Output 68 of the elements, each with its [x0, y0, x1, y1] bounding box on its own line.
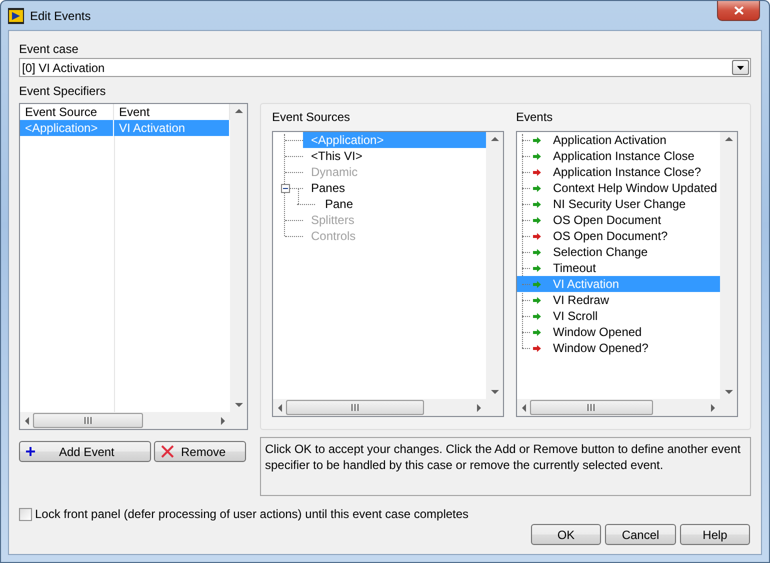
checkbox[interactable] — [19, 508, 32, 520]
event-item[interactable]: VI Scroll — [517, 308, 720, 324]
help-text: Click OK to accept your changes. Click the Add or Remove button to define another event specifier to be handled by this case or remove the currently selected event. — [260, 437, 751, 496]
event-item[interactable]: OS Open Document — [517, 212, 720, 228]
app-icon — [8, 8, 24, 24]
scroll-up-arrow-icon[interactable] — [490, 136, 498, 142]
scroll-down-arrow-icon[interactable] — [490, 389, 498, 395]
cross-icon — [161, 445, 174, 458]
event-item[interactable]: Application Instance Close — [517, 148, 720, 164]
arrow-icon — [533, 312, 541, 320]
scrollbar-thumb[interactable] — [286, 400, 424, 415]
scrollbar-thumb[interactable] — [33, 413, 143, 428]
plus-icon — [26, 447, 35, 456]
dropdown-button[interactable] — [732, 60, 749, 75]
event-item[interactable]: Application Activation — [517, 132, 720, 148]
arrow-icon — [533, 152, 541, 160]
scroll-left-arrow-icon[interactable] — [277, 404, 283, 412]
tree-item[interactable]: <This VI> — [303, 148, 486, 164]
tree-item[interactable]: Pane — [315, 196, 486, 212]
caret-icon — [737, 66, 744, 70]
scroll-left-arrow-icon[interactable] — [24, 416, 30, 424]
arrow-icon — [533, 200, 541, 208]
arrow-icon — [533, 296, 541, 304]
arrow-icon — [533, 232, 541, 240]
scroll-down-arrow-icon[interactable] — [724, 389, 732, 395]
arrow-icon — [533, 280, 541, 288]
event-item[interactable]: Context Help Window Updated — [517, 180, 720, 196]
collapse-toggle[interactable] — [281, 184, 290, 193]
event-item[interactable]: Window Opened? — [517, 340, 720, 356]
scroll-right-arrow-icon[interactable] — [220, 416, 226, 424]
scroll-right-arrow-icon[interactable] — [710, 404, 716, 412]
section-label: Events — [516, 109, 554, 125]
dialog-button[interactable]: Help — [680, 524, 750, 545]
section-label: Event Specifiers — [19, 83, 107, 99]
event-case-dropdown[interactable]: [0] VI Activation — [19, 58, 751, 77]
add-event-button[interactable]: Add Event — [19, 441, 151, 462]
event-item[interactable]: VI Redraw — [517, 292, 720, 308]
dialog-button[interactable]: OK — [531, 524, 601, 545]
event-item[interactable]: Application Instance Close? — [517, 164, 720, 180]
checkbox-label: Lock front panel (defer processing of user actions) until this event case completes — [35, 507, 469, 521]
window-title: Edit Events — [30, 8, 91, 22]
arrow-icon — [533, 248, 541, 256]
event-item[interactable]: Timeout — [517, 260, 720, 276]
scroll-up-arrow-icon[interactable] — [724, 136, 732, 142]
event-item[interactable]: Window Opened — [517, 324, 720, 340]
arrow-icon — [533, 328, 541, 336]
scroll-right-arrow-icon[interactable] — [476, 404, 482, 412]
close-icon — [734, 6, 744, 15]
dialog-button[interactable]: Cancel — [605, 524, 676, 545]
event-item[interactable]: Selection Change — [517, 244, 720, 260]
arrow-icon — [533, 136, 541, 144]
remove-button[interactable]: Remove — [154, 441, 246, 462]
close-button[interactable] — [717, 1, 760, 21]
arrow-icon — [533, 344, 541, 352]
table-cell: <Application> — [20, 120, 114, 136]
event-item[interactable]: OS Open Document? — [517, 228, 720, 244]
arrow-icon — [533, 184, 541, 192]
tree-item[interactable]: Panes — [303, 180, 486, 196]
scrollbar-thumb[interactable] — [530, 400, 653, 415]
scroll-left-arrow-icon[interactable] — [521, 404, 527, 412]
event-item[interactable]: NI Security User Change — [517, 196, 720, 212]
section-label: Event Sources — [272, 109, 352, 125]
scroll-down-arrow-icon[interactable] — [234, 402, 242, 408]
scroll-up-arrow-icon[interactable] — [234, 108, 242, 114]
arrow-icon — [533, 168, 541, 176]
field-label: Event case — [19, 41, 80, 57]
arrow-icon — [533, 216, 541, 224]
arrow-icon — [533, 264, 541, 272]
